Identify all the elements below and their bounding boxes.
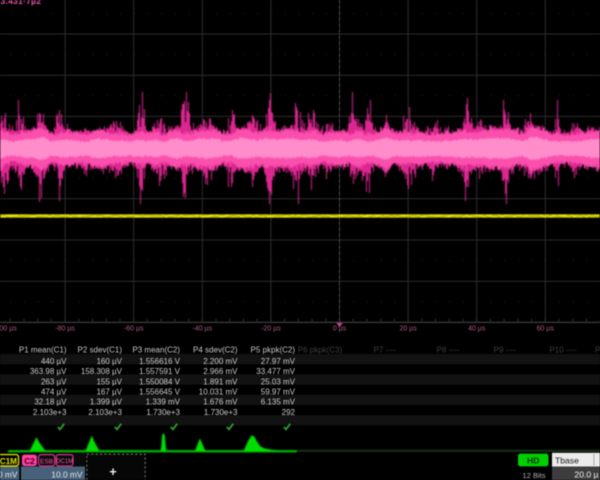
svg-text:P3 mean(C2): P3 mean(C2) [132,345,180,354]
svg-text:263 µV: 263 µV [41,377,67,386]
svg-text:6.135 mV: 6.135 mV [261,398,296,407]
svg-text:33.477 mV: 33.477 mV [256,367,295,376]
svg-text:1.557591 V: 1.557591 V [139,367,181,376]
svg-text:P7 ----: P7 ---- [374,345,397,354]
svg-text:-20 µs: -20 µs [261,325,281,332]
svg-text:HD: HD [527,456,539,466]
svg-text:363.98 µV: 363.98 µV [30,367,67,376]
svg-text:1.550084 V: 1.550084 V [139,377,181,386]
svg-text:0 mV: 0 mV [0,470,18,480]
svg-text:+: + [109,465,116,479]
svg-text:0 µs: 0 µs [333,325,347,332]
svg-text:20 µs: 20 µs [399,325,417,332]
svg-text:1.399 µV: 1.399 µV [90,398,123,407]
svg-text:P5 pkpk(C2): P5 pkpk(C2) [251,345,296,354]
svg-text:2.966 mV: 2.966 mV [203,367,238,376]
svg-text:2.200 mV: 2.200 mV [203,357,238,366]
svg-text:10.031 mV: 10.031 mV [199,387,238,396]
svg-text:27.97 mV: 27.97 mV [261,357,296,366]
svg-text:12 Bits: 12 Bits [522,471,545,480]
svg-text:167 µV: 167 µV [96,387,122,396]
svg-text:P10 ----: P10 ---- [549,345,576,354]
svg-text:P2 sdev(C1): P2 sdev(C1) [78,345,123,354]
svg-text:10.0 mV: 10.0 mV [51,470,83,480]
svg-text:00 µs: 00 µs [0,325,17,332]
svg-text:P6 pkpk(C3): P6 pkpk(C3) [298,345,343,354]
svg-text:20.0 µ: 20.0 µ [574,470,598,480]
svg-text:25.03 mV: 25.03 mV [261,377,296,386]
svg-text:DC1M: DC1M [56,459,73,465]
svg-text:155 µV: 155 µV [96,377,122,386]
svg-text:P1 mean(C1): P1 mean(C1) [19,345,67,354]
svg-text:C2: C2 [24,457,35,466]
svg-text:3.431·7µ2: 3.431·7µ2 [1,0,42,6]
svg-text:P9 ----: P9 ---- [494,345,517,354]
svg-text:ESB: ESB [40,458,54,465]
svg-text:-60 µs: -60 µs [124,325,144,332]
svg-text:2.103e+3: 2.103e+3 [33,408,67,417]
svg-text:1.730e+3: 1.730e+3 [146,408,180,417]
svg-text:P4 sdev(C2): P4 sdev(C2) [193,345,238,354]
svg-text:Tbase: Tbase [555,455,579,465]
svg-text:1.676 mV: 1.676 mV [203,398,238,407]
svg-text:158.308 µV: 158.308 µV [81,367,123,376]
svg-text:60 µs: 60 µs [537,325,555,332]
svg-text:DC1M: DC1M [0,457,17,466]
svg-text:1.730e+3: 1.730e+3 [204,408,238,417]
svg-text:-80 µs: -80 µs [55,325,75,332]
svg-text:1.891 mV: 1.891 mV [203,377,238,386]
svg-text:1.556645 V: 1.556645 V [139,387,181,396]
svg-text:P1: P1 [595,345,600,354]
svg-text:2.103e+3: 2.103e+3 [88,408,122,417]
svg-text:440 µV: 440 µV [41,357,67,366]
svg-text:59.97 mV: 59.97 mV [261,387,296,396]
svg-text:1.339 mV: 1.339 mV [146,398,181,407]
svg-text:40 µs: 40 µs [468,325,486,332]
svg-text:32.18 µV: 32.18 µV [34,398,67,407]
svg-text:1.556616 V: 1.556616 V [139,357,181,366]
svg-text:292: 292 [282,408,296,417]
svg-text:P8 ----: P8 ---- [437,345,460,354]
svg-text:160 µV: 160 µV [96,357,122,366]
svg-text:474 µV: 474 µV [41,387,67,396]
svg-text:-40 µs: -40 µs [192,325,212,332]
